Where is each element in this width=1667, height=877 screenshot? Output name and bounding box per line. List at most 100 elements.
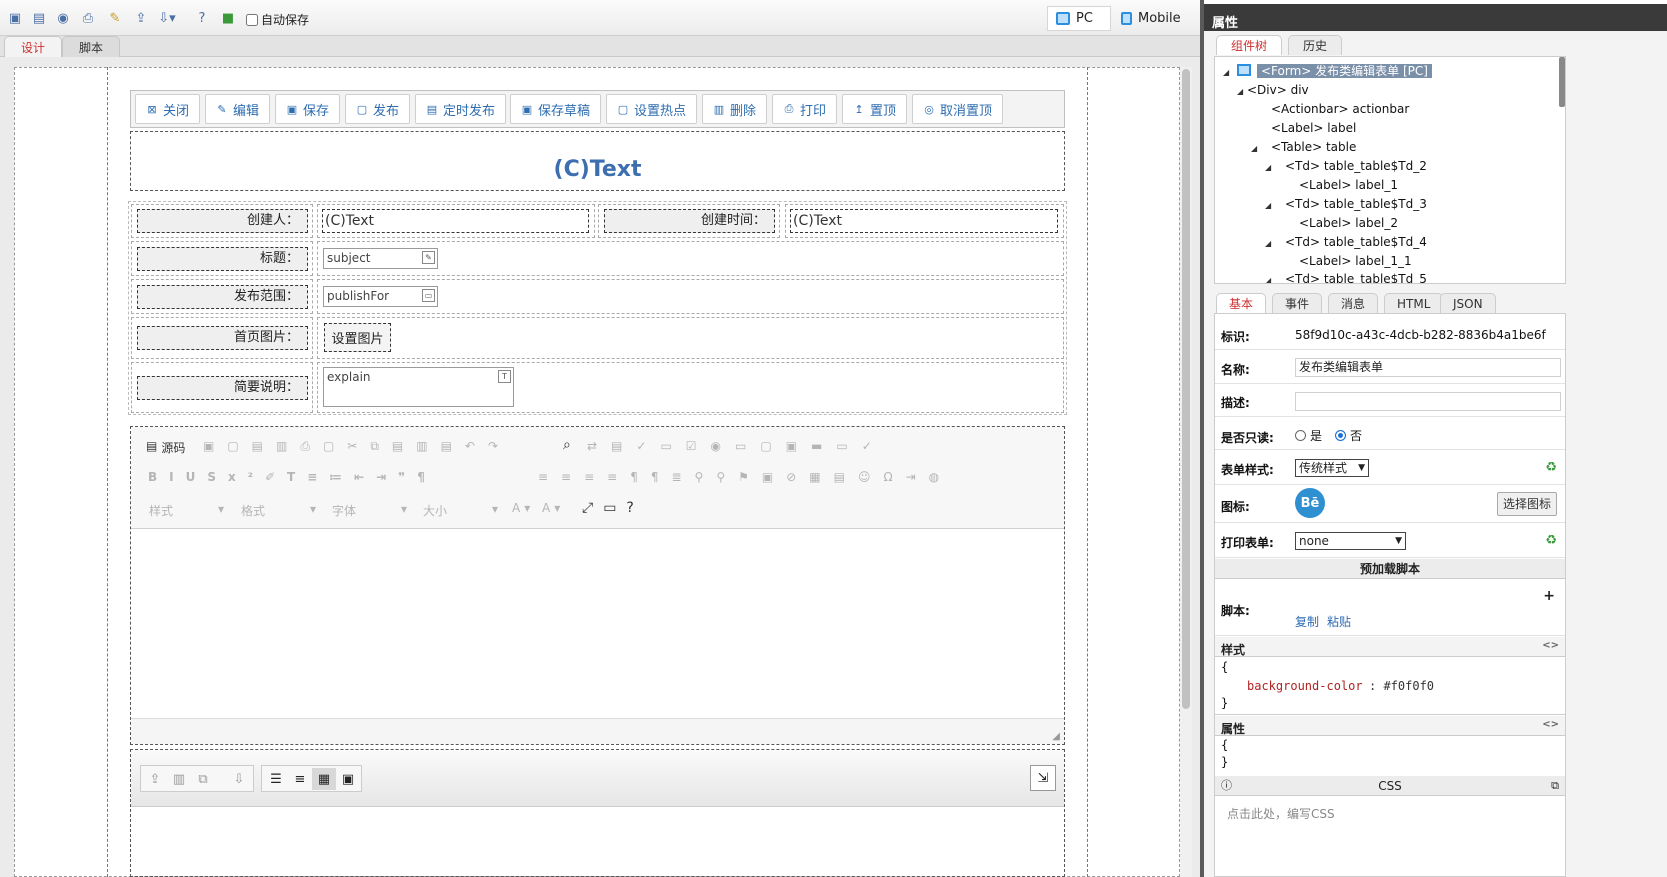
device-pc-button[interactable]: PC	[1047, 6, 1111, 31]
code-toggle-icon[interactable]: <>	[1542, 719, 1559, 730]
save-as-icon[interactable]: ▤	[30, 9, 48, 27]
resize-grip-icon[interactable]: ◢	[1052, 731, 1060, 742]
expand-triangle-icon[interactable]: ◢	[1251, 140, 1261, 158]
help-icon[interactable]: ?	[193, 9, 211, 27]
tree-node[interactable]: <Label> label_2	[1299, 214, 1398, 232]
tree-node[interactable]: ◢ <Table> table	[1251, 138, 1356, 156]
copy-icon[interactable]: ⧉	[191, 768, 215, 790]
choose-icon-button[interactable]: 选择图标	[1496, 492, 1557, 516]
edit-button[interactable]: ✎ 编辑	[205, 94, 271, 124]
publish-range-input[interactable]: publishFor ▭	[323, 286, 438, 307]
prop-name-input[interactable]: 发布类编辑表单	[1295, 358, 1561, 377]
editor-row2-icons[interactable]: BIUSx²✐T≡≔⇤⇥❞¶	[148, 470, 437, 484]
css-editor-placeholder[interactable]: 点击此处，编写CSS	[1227, 805, 1335, 822]
tree-scrollbar[interactable]	[1559, 57, 1565, 107]
export-icon[interactable]: ⇪	[132, 9, 150, 27]
edit-icon[interactable]: ✎	[422, 251, 435, 264]
readonly-yes-option[interactable]: 是	[1295, 427, 1322, 444]
source-button[interactable]: ▤ 源码	[146, 439, 185, 456]
collapse-icon[interactable]: ⇲	[1030, 765, 1056, 791]
set-image-button[interactable]: 设置图片	[324, 323, 391, 352]
tab-messages[interactable]: 消息	[1328, 293, 1379, 313]
tab-json[interactable]: JSON	[1440, 293, 1496, 313]
readonly-no-option[interactable]: 否	[1335, 427, 1362, 444]
editor-row1-icons[interactable]: ▣▢▤▥⎙▢✂⧉▤▥▤↶↷	[203, 439, 511, 454]
device-mobile-button[interactable]: Mobile	[1113, 6, 1193, 31]
tab-history[interactable]: 历史	[1288, 35, 1343, 55]
size-combo[interactable]: 大小 ▾	[423, 502, 498, 519]
expand-triangle-icon[interactable]: ◢	[1265, 235, 1275, 253]
title-label-box[interactable]: (C)Text	[130, 131, 1065, 191]
expand-triangle-icon[interactable]: ◢	[1237, 83, 1247, 101]
code-toggle-icon[interactable]: <>	[1542, 640, 1559, 651]
tree-node[interactable]: <Actionbar> actionbar	[1271, 100, 1409, 118]
created-time-value[interactable]: (C)Text	[790, 209, 1058, 233]
download-icon[interactable]: ⇩	[227, 768, 251, 790]
creator-value[interactable]: (C)Text	[322, 209, 589, 233]
tree-node[interactable]: <Label> label_1	[1299, 176, 1398, 194]
paste-link[interactable]: 粘贴	[1327, 613, 1351, 630]
save-button[interactable]: ▣ 保存	[275, 94, 341, 124]
editor-row2-icons-2[interactable]: ≡≡≡≡¶¶≣⚲⚲⚑▣⊘▦▤☺Ω⇥◍	[538, 470, 952, 484]
scheduled-publish-button[interactable]: ▤ 定时发布	[415, 94, 507, 124]
font-combo[interactable]: 字体 ▾	[332, 502, 407, 519]
list-view-icon[interactable]: ☰	[264, 768, 288, 790]
save-draft-button[interactable]: ▣ 保存草稿	[510, 94, 602, 124]
find-icon[interactable]: ⌕	[563, 437, 571, 453]
text-color-icon[interactable]: A▾ A▾	[512, 501, 564, 515]
image-view-icon[interactable]: ▣	[336, 768, 360, 790]
tab-events[interactable]: 事件	[1272, 293, 1323, 313]
tab-basic[interactable]: 基本	[1216, 293, 1267, 313]
expand-triangle-icon[interactable]: ◢	[1265, 197, 1275, 215]
text-icon[interactable]: T	[498, 370, 511, 383]
expand-triangle-icon[interactable]: ◢	[1265, 159, 1275, 177]
trash-icon[interactable]: ▥	[167, 768, 191, 790]
delete-button[interactable]: ▥ 删除	[702, 94, 768, 124]
subject-input[interactable]: subject ✎	[323, 248, 438, 269]
expand-triangle-icon[interactable]: ◢	[1223, 64, 1233, 82]
add-script-icon[interactable]: +	[1543, 588, 1555, 604]
tree-node[interactable]: ◢ <Td> table_table$Td_5	[1265, 270, 1427, 283]
detail-view-icon[interactable]: ≡	[288, 768, 312, 790]
prop-desc-input[interactable]	[1295, 392, 1561, 411]
tree-node[interactable]: ◢ <Td> table_table$Td_2	[1265, 157, 1427, 175]
copy-link[interactable]: 复制	[1295, 613, 1319, 630]
print-button[interactable]: ⎙ 打印	[772, 94, 838, 124]
close-button[interactable]: ⊠ 关闭	[135, 94, 201, 124]
preview-eye-icon[interactable]: ◉	[54, 9, 72, 27]
print-icon[interactable]: ⎙	[79, 9, 97, 27]
tree-node[interactable]: <Label> label	[1271, 119, 1356, 137]
save-disk-icon[interactable]: ▣	[6, 9, 24, 27]
radio-unchecked-icon[interactable]	[1295, 430, 1306, 441]
tree-node[interactable]: <Label> label_1_1	[1299, 252, 1412, 270]
tab-component-tree[interactable]: 组件树	[1216, 35, 1283, 55]
publish-button[interactable]: ▢ 发布	[345, 94, 411, 124]
canvas-scrollbar[interactable]	[1180, 67, 1192, 877]
autosave-toggle[interactable]: 自动保存	[246, 11, 309, 28]
style-combo[interactable]: 样式 ▾	[149, 502, 224, 519]
tree-node[interactable]: ◢ <Div> div	[1237, 81, 1309, 99]
unpin-top-button[interactable]: ◎ 取消置顶	[912, 94, 1004, 124]
wand-icon[interactable]: ✎	[106, 9, 124, 27]
refresh-icon[interactable]: ♻	[1545, 460, 1557, 475]
tree-node[interactable]: ◢ <Td> table_table$Td_4	[1265, 233, 1427, 251]
summary-textarea[interactable]: explain T	[323, 367, 514, 407]
print-form-select[interactable]: none ▼	[1295, 532, 1406, 550]
tab-design[interactable]: 设计	[4, 36, 63, 57]
pin-top-button[interactable]: ↥ 置顶	[842, 94, 908, 124]
tree-node[interactable]: ◢ <Form> 发布类编辑表单 [PC]	[1223, 62, 1432, 80]
formstyle-select[interactable]: 传统样式 ▼	[1295, 459, 1369, 477]
radio-checked-icon[interactable]	[1335, 430, 1346, 441]
autosave-checkbox[interactable]	[246, 13, 258, 26]
format-combo[interactable]: 格式 ▾	[241, 502, 316, 519]
tab-html[interactable]: HTML	[1384, 293, 1444, 313]
refresh-icon[interactable]: ♻	[1545, 533, 1557, 548]
user-select-icon[interactable]: ▭	[422, 289, 435, 302]
popout-icon[interactable]: ⧉	[1551, 776, 1559, 796]
tree-node[interactable]: ◢ <Td> table_table$Td_3	[1265, 195, 1427, 213]
set-hotspot-button[interactable]: ▢ 设置热点	[606, 94, 698, 124]
tab-script[interactable]: 脚本	[62, 36, 121, 57]
import-dropdown-icon[interactable]: ⇩▾	[158, 9, 176, 27]
maximize-icon[interactable]: ⤢▭?	[582, 500, 644, 516]
editor-row1-icons-2[interactable]: ⇄▤✓▭☑◉▭▢▣▬▭✓	[587, 439, 886, 453]
